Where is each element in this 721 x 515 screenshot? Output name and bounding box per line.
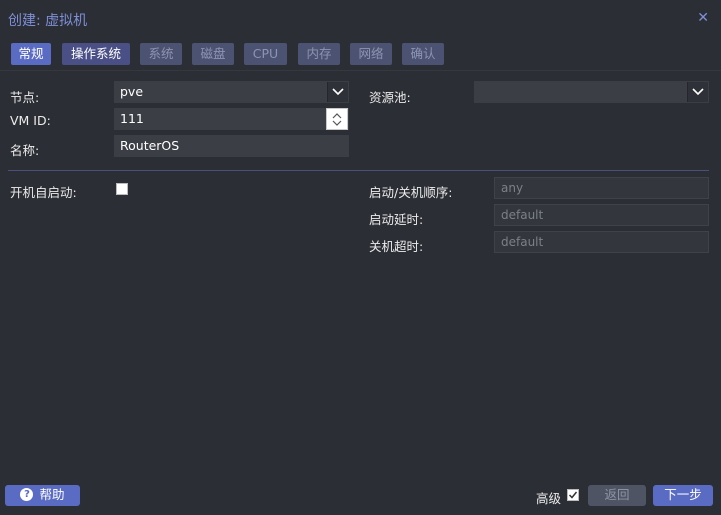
tab-network: 网络: [350, 43, 392, 65]
shutdown-timeout-label: 关机超时:: [369, 239, 424, 254]
order-label: 启动/关机顺序:: [369, 185, 453, 200]
help-button[interactable]: ? 帮助: [5, 485, 80, 506]
dialog-titlebar: 创建: 虚拟机 ✕: [0, 0, 721, 36]
tab-cpu: CPU: [244, 43, 287, 65]
dialog-title: 创建: 虚拟机: [8, 13, 88, 29]
chevron-down-icon: [332, 88, 344, 96]
tab-os[interactable]: 操作系统: [62, 43, 130, 65]
next-button[interactable]: 下一步: [653, 485, 713, 506]
vmid-field[interactable]: 111: [114, 108, 349, 130]
chevron-down-icon: [692, 88, 704, 96]
vmid-label: VM ID:: [10, 113, 51, 128]
help-icon: ?: [20, 488, 34, 501]
name-value: RouterOS: [120, 138, 180, 153]
tab-memory: 内存: [298, 43, 340, 65]
advanced-checkbox[interactable]: [567, 489, 579, 501]
back-button: 返回: [588, 485, 646, 506]
pool-label: 资源池:: [369, 90, 411, 105]
order-input[interactable]: any: [494, 177, 709, 199]
onboot-checkbox[interactable]: [116, 183, 128, 195]
tab-divider: [0, 70, 721, 71]
tab-disk: 磁盘: [192, 43, 234, 65]
checkmark-icon: [568, 491, 578, 499]
create-vm-dialog: 创建: 虚拟机 ✕ 常规 操作系统 系统 磁盘 CPU 内存 网络 确认 节点:…: [0, 0, 721, 515]
onboot-label: 开机自启动:: [10, 185, 77, 200]
section-separator: [8, 170, 709, 171]
tab-system: 系统: [140, 43, 182, 65]
name-label: 名称:: [10, 143, 40, 158]
pool-select[interactable]: [474, 81, 709, 103]
startup-delay-input[interactable]: default: [494, 204, 709, 226]
node-select[interactable]: pve: [114, 81, 349, 103]
tab-general[interactable]: 常规: [11, 43, 51, 65]
close-icon[interactable]: ✕: [697, 10, 709, 26]
help-label: 帮助: [39, 487, 65, 502]
node-value: pve: [120, 84, 144, 99]
shutdown-timeout-input[interactable]: default: [494, 231, 709, 253]
order-placeholder: any: [501, 181, 524, 195]
tab-confirm: 确认: [402, 43, 444, 65]
vmid-spinner[interactable]: [326, 108, 348, 130]
node-label: 节点:: [10, 90, 40, 105]
shutdown-timeout-placeholder: default: [501, 235, 544, 249]
node-dropdown-trigger[interactable]: [327, 82, 348, 102]
spinner-arrows-icon: [332, 113, 342, 126]
startup-delay-placeholder: default: [501, 208, 544, 222]
name-input[interactable]: RouterOS: [114, 135, 349, 157]
advanced-label: 高级: [536, 491, 562, 506]
startup-delay-label: 启动延时:: [369, 212, 424, 227]
pool-dropdown-trigger[interactable]: [687, 82, 708, 102]
vmid-value: 111: [120, 111, 144, 126]
